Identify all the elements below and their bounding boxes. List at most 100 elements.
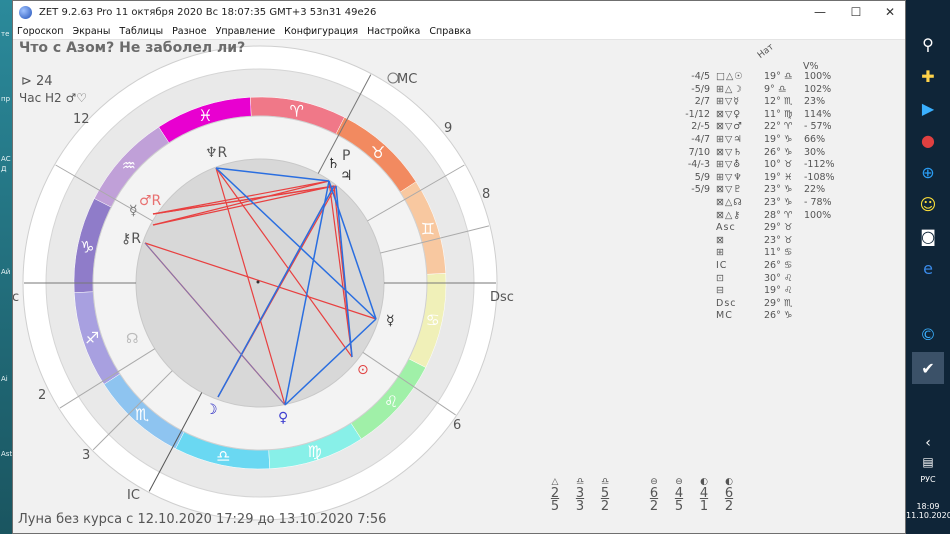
clock-time[interactable]: 18:09 [906, 502, 950, 511]
window-title: ZET 9.2.63 Pro 11 октября 2020 Вс 18:07:… [39, 6, 377, 18]
maximize-button[interactable]: ☐ [839, 1, 873, 23]
aspect-row: 5/9 ⊞▽♆ 19° ♓ -108% [673, 172, 844, 185]
aspect-cell-sym: ⊞▽♃ [716, 133, 743, 145]
aspect-cell-sym: ⊞▽♆ [716, 171, 743, 183]
aspect-cell-deg: 23° ♑ [764, 196, 793, 208]
aspect-cell-deg: 19° ♓ [764, 171, 793, 183]
desktop-label[interactable]: Ай [1, 268, 10, 276]
aspect-row: 7/10 ⊠▽♄ 26° ♑ 30% [673, 147, 844, 160]
title-bar[interactable]: ZET 9.2.63 Pro 11 октября 2020 Вс 18:07:… [13, 1, 905, 23]
aspect-cell-sym: ⊠ [716, 234, 725, 246]
count-bot: 5 [550, 499, 560, 514]
aspect-cell-a: -5/9 [691, 184, 710, 196]
aspect-cell-a: 2/-5 [691, 121, 710, 133]
aspect-cell-pct [804, 222, 844, 235]
edge-icon[interactable]: e [912, 252, 944, 284]
aspect-table: -4/5 □△☉ 19° ♎ 100% -5/9 ⊞△☽ 9° ♎ 102% 2/7 ⊞▽☿ 12°… [673, 71, 844, 323]
aspect-cell-sym: ⊞△☽ [716, 83, 743, 95]
desktop-label[interactable]: Д [1, 165, 6, 173]
aspect-cell-a [673, 235, 710, 248]
system-tray: ‹ ▤ РУС 18:09 11.10.2020 [906, 435, 950, 520]
aspect-cell-deg: 19° ♎ [764, 71, 793, 82]
desktop-label[interactable]: Ast [1, 450, 12, 458]
menu-settings[interactable]: Настройка [367, 26, 420, 37]
aspect-cell-deg: 26° ♑ [764, 310, 793, 322]
desktop-label[interactable]: АС [1, 155, 11, 163]
zodiac-sign-glyph: ♏ [135, 405, 149, 424]
aspect-cell-sym: MC [716, 310, 733, 322]
menu-screens[interactable]: Экраны [72, 26, 110, 37]
count-bot: 3 [575, 499, 585, 514]
aspect-row: -4/-3 ⊞▽⛢ 10° ♉ -112% [673, 159, 844, 172]
zet-icon[interactable]: ✔ [912, 352, 944, 384]
aspect-row: Asc 29° ♉ [673, 222, 844, 235]
app-icon[interactable] [19, 5, 32, 19]
plus-icon[interactable]: ✚ [912, 60, 944, 92]
desktop-label[interactable]: пр [1, 95, 10, 103]
zodiac-sign-glyph: ♍ [307, 442, 321, 461]
aspect-cell-pct: 100% [804, 71, 832, 82]
aspect-cell-a: -1/12 [685, 108, 710, 120]
minimize-button[interactable]: — [803, 1, 837, 23]
count-column: ◐ 6 2 [719, 477, 739, 513]
search-icon[interactable]: ⚲ [912, 28, 944, 60]
aspect-cell-sym: IC [716, 259, 728, 271]
tray-arrow-icon[interactable]: ‹ [906, 435, 950, 451]
notification-icon[interactable]: ▤ [906, 455, 950, 469]
language-indicator[interactable]: РУС [906, 475, 950, 484]
aspect-cell-pct [804, 298, 844, 311]
clock-date[interactable]: 11.10.2020 [906, 511, 950, 520]
count-bot: 1 [699, 499, 709, 514]
record-icon[interactable]: ● [912, 124, 944, 156]
close-button[interactable]: ✕ [873, 1, 905, 23]
aspect-cell-a [673, 310, 710, 323]
menu-configuration[interactable]: Конфигурация [284, 26, 358, 37]
planetary-hour: Час H2 ♂♡ [19, 91, 87, 105]
count-bot: 2 [600, 499, 610, 514]
aspect-cell-sym: ⊠▽♀ [716, 108, 742, 120]
menu-horoscope[interactable]: Гороскоп [17, 26, 63, 37]
aspect-row: -4/5 □△☉ 19° ♎ 100% [673, 71, 844, 84]
aspect-row: ⊟ 19° ♌ [673, 285, 844, 298]
planet-glyph: ☽ [205, 402, 218, 418]
aspect-cell-pct [804, 247, 844, 260]
smiley-icon[interactable]: ☺ [912, 188, 944, 220]
aspect-cell-pct: 30% [804, 146, 826, 158]
desktop-label[interactable]: Ai [1, 375, 8, 383]
aspect-cell-pct: 66% [804, 133, 826, 145]
aspect-cell-pct [804, 285, 844, 298]
house-number: 3 [82, 448, 90, 463]
aspect-cell-deg: 11° ♋ [764, 247, 793, 259]
app-window: ZET 9.2.63 Pro 11 октября 2020 Вс 18:07:… [12, 0, 906, 534]
moon-void-of-course: Луна без курса с 12.10.2020 17:29 до 13.… [18, 512, 387, 527]
desktop-label[interactable]: те [1, 30, 9, 38]
menu-control[interactable]: Управление [216, 26, 276, 37]
aspect-row: -5/9 ⊞△☽ 9° ♎ 102% [673, 84, 844, 97]
house-number: 8 [482, 187, 490, 202]
aspect-row: ⊞ 11° ♋ [673, 247, 844, 260]
aspect-cell-a: -5/9 [691, 83, 710, 95]
planet-glyph: ☿ [129, 203, 138, 219]
aspect-cell-deg: 26° ♋ [764, 259, 793, 271]
aspect-cell-sym: ⊠▽♄ [716, 146, 743, 158]
camera-icon[interactable]: ◙ [912, 220, 944, 252]
menu-help[interactable]: Справка [429, 26, 471, 37]
zoom-icon[interactable]: ⊕ [912, 156, 944, 188]
aspect-cell-sym: ⊠△☊ [716, 196, 743, 208]
aspect-cell-a: 5/9 [694, 171, 710, 183]
aspect-cell-a [673, 247, 710, 260]
planet-glyph: ♆R [205, 145, 228, 161]
angle-label-asc: c [13, 290, 19, 305]
zodiac-sign-glyph: ♓ [198, 106, 212, 125]
planet-glyph: ♀ [278, 410, 288, 426]
aspect-cell-deg: 12° ♏ [764, 96, 793, 108]
play-icon[interactable]: ▶ [912, 92, 944, 124]
planet-glyph: ☿ [386, 313, 395, 329]
aspect-cell-deg: 26° ♑ [764, 146, 793, 158]
c-icon[interactable]: © [912, 318, 944, 350]
menu-tables[interactable]: Таблицы [119, 26, 163, 37]
angle-label-ic: IC [127, 488, 140, 503]
aspect-cell-pct [804, 273, 844, 286]
menu-misc[interactable]: Разное [172, 26, 206, 37]
aspect-cell-sym: Asc [716, 222, 736, 234]
